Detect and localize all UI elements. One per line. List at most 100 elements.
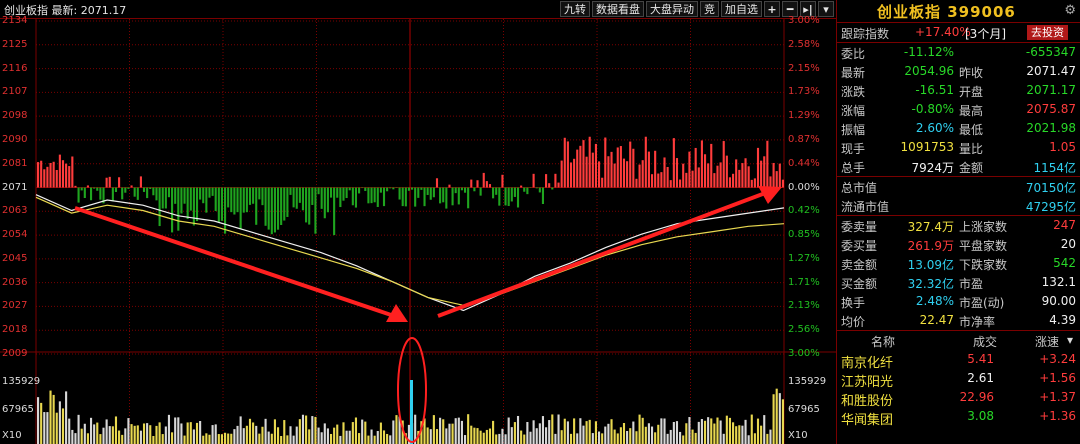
volume-bar: [177, 417, 180, 444]
volume-bar: [130, 424, 133, 444]
intraday-chart[interactable]: [0, 0, 836, 444]
quote-row: 振幅 2.60% 最低 2021.98: [837, 119, 1080, 138]
volume-bar: [647, 423, 650, 444]
stock-list-item[interactable]: 华闻集团 3.08 +1.36: [837, 407, 1080, 428]
volume-bar: [716, 417, 719, 444]
stock-trade: 22.96: [959, 390, 994, 404]
volume-bar: [152, 435, 155, 444]
breadth-down-bar: [93, 187, 96, 189]
invest-button[interactable]: 去投资: [1027, 25, 1068, 40]
volume-bar: [451, 423, 454, 444]
quote-label: 涨跌: [841, 85, 866, 99]
volume-bar: [576, 433, 579, 444]
breadth-down-bar: [152, 187, 155, 196]
volume-bar: [526, 421, 529, 444]
quote-value: -11.12%: [903, 45, 954, 59]
breadth-down-bar: [180, 187, 183, 214]
volume-bar: [386, 433, 389, 444]
breadth-down-bar: [495, 187, 498, 195]
volume-bar: [548, 420, 551, 444]
breadth-up-bar: [594, 143, 597, 188]
breadth-down-bar: [305, 187, 308, 223]
col-name[interactable]: 名称: [871, 333, 895, 350]
volume-bar: [445, 428, 448, 444]
breadth-down-bar: [161, 187, 164, 209]
volume-bar: [641, 417, 644, 444]
volume-bar: [99, 434, 102, 444]
breadth-up-bar: [775, 171, 778, 188]
quote-row: 均价 22.47 市净率 4.39: [837, 311, 1080, 330]
intraday-chart-panel[interactable]: 创业板指 最新: 2071.17 九转 数据看盘 大盘异动 竞 加自选 + ━ …: [0, 0, 836, 444]
breadth-down-bar: [339, 187, 342, 208]
breadth-down-bar: [504, 187, 507, 206]
breadth-down-bar: [460, 187, 463, 191]
volume-tick-label: 67965: [788, 404, 820, 415]
stock-name[interactable]: 华闻集团: [841, 409, 893, 428]
volume-bar: [778, 393, 781, 444]
volume-bar: [233, 429, 236, 444]
volume-bar: [501, 428, 504, 444]
gear-icon[interactable]: ⚙: [1064, 3, 1076, 18]
breadth-down-bar: [283, 187, 286, 221]
col-trade[interactable]: 成交: [973, 333, 997, 350]
volume-bar: [227, 433, 230, 444]
volume-bar: [211, 425, 214, 444]
market-cap-rows: 总市值 70150亿 流通市值 47295亿: [837, 177, 1080, 216]
breadth-up-bar: [756, 147, 760, 188]
breadth-up-bar: [476, 180, 479, 188]
volume-bar: [286, 435, 289, 444]
col-speed[interactable]: 涨速: [1035, 333, 1059, 350]
volume-bar: [557, 414, 560, 444]
pct-tick-label: 1.71%: [788, 276, 820, 288]
breadth-down-bar: [111, 187, 114, 202]
volume-bar: [161, 434, 164, 444]
volume-bar: [65, 391, 68, 444]
volume-bar: [74, 433, 77, 444]
breadth-down-bar: [513, 187, 516, 197]
volume-bar: [373, 435, 376, 444]
stock-speed: +1.37: [1039, 390, 1076, 404]
volume-bar: [111, 426, 114, 444]
track-period[interactable]: [3个月]: [965, 25, 1006, 42]
breadth-up-bar: [778, 163, 781, 188]
stock-list-item[interactable]: 江苏阳光 2.61 +1.56: [837, 369, 1080, 390]
breadth-down-bar: [541, 187, 545, 205]
breadth-down-bar: [333, 187, 336, 236]
breadth-up-bar: [563, 137, 566, 188]
quote-label: 均价: [841, 315, 866, 329]
breadth-up-bar: [654, 150, 657, 188]
volume-bar: [467, 414, 470, 444]
stock-list-item[interactable]: 南京化纤 5.41 +3.24: [837, 350, 1080, 371]
volume-bar: [376, 431, 379, 444]
breadth-down-bar: [220, 187, 223, 221]
breadth-up-bar: [576, 149, 579, 188]
volume-bar: [292, 435, 295, 444]
volume-bar: [479, 430, 482, 444]
volume-bar: [395, 415, 398, 444]
breadth-down-bar: [127, 187, 130, 189]
breadth-down-bar: [245, 187, 248, 213]
volume-bar: [588, 419, 591, 444]
volume-bar: [426, 427, 429, 444]
pct-tick-label: 0.87%: [788, 133, 820, 145]
quote-label: 金额: [959, 161, 984, 175]
volume-bar: [629, 428, 632, 444]
breadth-up-bar: [545, 174, 548, 188]
price-tick-label: 2134: [2, 15, 28, 26]
volume-bar: [591, 433, 594, 444]
breadth-down-bar: [295, 187, 298, 209]
sort-down-icon[interactable]: ▾: [1067, 333, 1073, 347]
volume-bar: [323, 423, 326, 444]
volume-bar: [551, 414, 554, 444]
volume-bar: [579, 418, 582, 444]
volume-bar: [738, 425, 741, 444]
volume-bar: [195, 422, 199, 444]
stock-list-item[interactable]: 和胜股份 22.96 +1.37: [837, 388, 1080, 409]
volume-bar: [707, 417, 710, 444]
stock-trade: 2.61: [967, 371, 994, 385]
breadth-up-bar: [588, 136, 591, 188]
breadth-down-bar: [398, 187, 401, 200]
volume-bar: [482, 432, 485, 444]
price-tick-label: 2098: [2, 110, 28, 122]
volume-bar: [158, 422, 161, 444]
